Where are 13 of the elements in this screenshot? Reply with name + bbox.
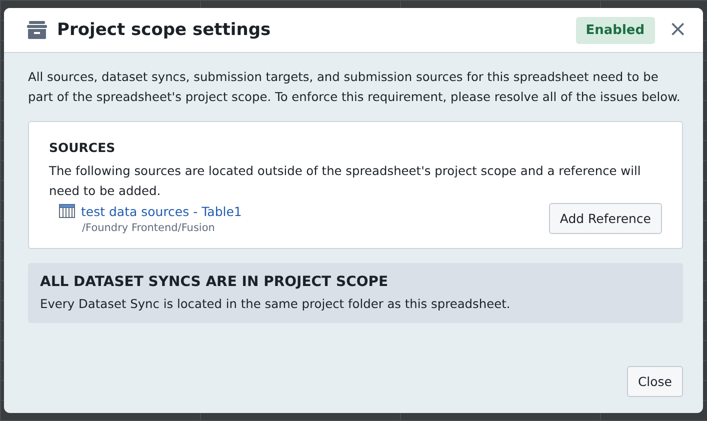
archive-box-icon bbox=[27, 21, 47, 39]
callout-heading: ALL DATASET SYNCS ARE IN PROJECT SCOPE bbox=[40, 274, 390, 290]
add-reference-button[interactable]: Add Reference bbox=[548, 203, 662, 234]
status-badge: Enabled bbox=[576, 16, 655, 44]
source-path: /Foundry Frontend/Fusion bbox=[82, 222, 216, 234]
table-icon bbox=[59, 204, 75, 218]
section-description: The following sources are located outside of the spreadsheet's project scope and a reference will need to be added. bbox=[49, 163, 642, 200]
close-button[interactable]: Close bbox=[626, 366, 683, 397]
section-heading: SOURCES bbox=[49, 140, 116, 155]
dialog-title: Project scope settings bbox=[57, 20, 272, 40]
source-link[interactable]: test data sources - Table1 bbox=[81, 204, 242, 218]
intro-text: All sources, dataset syncs, submission targets, and submission sources for this spreadsheet need to be part of the spreadsheet's project scope. To enforce this requirement, please resolve all of the issues below. bbox=[28, 69, 682, 106]
callout-description: Every Dataset Sync is located in the same project folder as this spreadsheet. bbox=[40, 296, 512, 313]
